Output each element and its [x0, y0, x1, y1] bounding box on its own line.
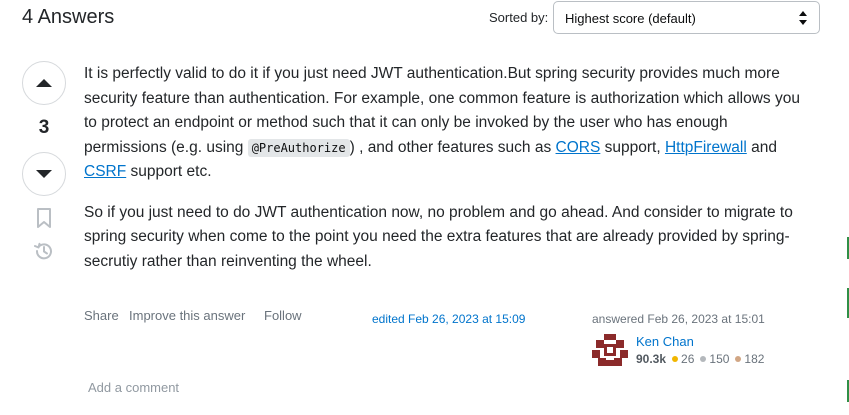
- share-link[interactable]: Share: [84, 308, 119, 323]
- select-arrows-icon: [799, 11, 807, 25]
- sorted-by-label: Sorted by:: [489, 10, 549, 25]
- downvote-button[interactable]: [22, 152, 66, 196]
- user-name-link[interactable]: Ken Chan: [636, 334, 694, 349]
- avatar[interactable]: [592, 332, 628, 368]
- answer-body: It is perfectly valid to do it if you ju…: [84, 62, 804, 290]
- text-span: ) , and other features such as: [349, 138, 556, 156]
- answer-paragraph: So if you just need to do JWT authentica…: [84, 203, 793, 270]
- user-reputation: 90.3k 26 150 182: [636, 352, 770, 366]
- text-span: support,: [600, 138, 665, 156]
- text-span: and: [746, 138, 777, 156]
- arrow-down-icon: [36, 170, 52, 178]
- silver-badge-icon: [700, 356, 707, 362]
- vote-score: 3: [38, 117, 50, 138]
- improve-answer-link[interactable]: Improve this answer: [129, 308, 245, 323]
- edited-timestamp[interactable]: edited Feb 26, 2023 at 15:09: [372, 312, 525, 326]
- history-icon[interactable]: [34, 241, 54, 261]
- gold-badge-icon: [672, 356, 679, 362]
- bronze-badge-icon: [735, 356, 742, 362]
- bookmark-icon[interactable]: [36, 208, 52, 228]
- answered-timestamp: answered Feb 26, 2023 at 15:01: [592, 312, 765, 326]
- add-comment-link[interactable]: Add a comment: [88, 380, 179, 395]
- answers-count: 4 Answers: [22, 6, 115, 28]
- answer-paragraph: It is perfectly valid to do it if you ju…: [84, 62, 804, 185]
- bronze-badge-count: 182: [744, 352, 765, 366]
- arrow-up-icon: [36, 79, 52, 87]
- gold-badge-count: 26: [681, 352, 695, 366]
- gold-badge: 26: [672, 352, 694, 366]
- link-httpfirewall[interactable]: HttpFirewall: [665, 139, 747, 156]
- reputation-score: 90.3k: [636, 352, 667, 366]
- link-csrf[interactable]: CSRF: [84, 163, 126, 180]
- silver-badge: 150: [700, 352, 729, 366]
- inline-code: @PreAuthorize: [247, 138, 350, 157]
- link-cors[interactable]: CORS: [556, 139, 601, 156]
- upvote-button[interactable]: [22, 61, 66, 105]
- sort-select[interactable]: Highest score (default): [553, 1, 820, 34]
- sort-selected-value: Highest score (default): [565, 11, 696, 26]
- follow-link[interactable]: Follow: [264, 308, 302, 323]
- silver-badge-count: 150: [709, 352, 730, 366]
- text-span: support etc.: [126, 163, 212, 180]
- bronze-badge: 182: [735, 352, 764, 366]
